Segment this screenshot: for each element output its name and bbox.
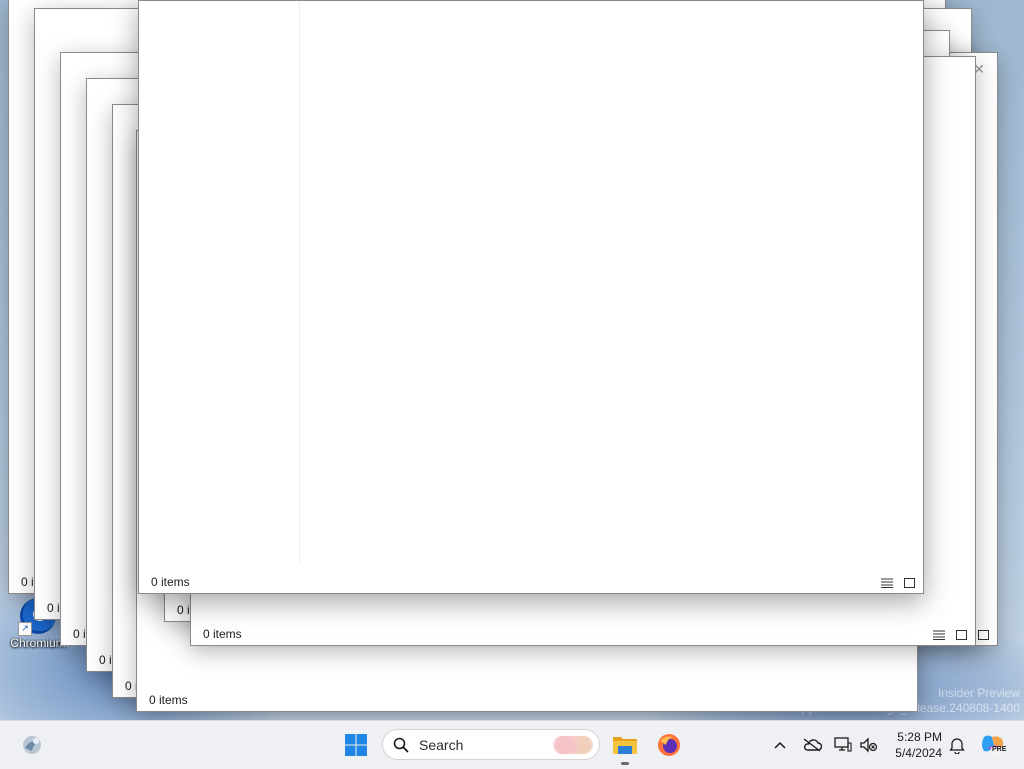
view-toggle-group bbox=[881, 577, 915, 588]
volume-button[interactable] bbox=[858, 734, 880, 756]
onedrive-offline-icon bbox=[803, 738, 822, 752]
running-indicator bbox=[621, 762, 629, 765]
copilot-badge: PRE bbox=[992, 746, 1007, 753]
copilot-icon bbox=[982, 735, 1005, 756]
search-icon bbox=[393, 737, 409, 752]
search-highlight-icon bbox=[553, 736, 593, 754]
item-count: 0 items bbox=[149, 693, 188, 707]
details-view-icon[interactable] bbox=[881, 577, 893, 588]
taskbar: Search 5:28 PM 5/4/2024 PRE bbox=[0, 720, 1024, 769]
details-view-icon[interactable] bbox=[933, 629, 945, 640]
taskbar-search[interactable]: Search bbox=[382, 729, 600, 760]
notification-bell-icon bbox=[949, 738, 965, 754]
search-placeholder: Search bbox=[419, 736, 464, 753]
large-icons-view-icon[interactable] bbox=[903, 577, 915, 588]
notifications-button[interactable] bbox=[946, 734, 968, 756]
item-count: 0 items bbox=[151, 575, 190, 589]
network-button[interactable] bbox=[832, 734, 854, 756]
status-bar: 0 items bbox=[191, 623, 975, 645]
chevron-up-icon bbox=[774, 741, 786, 749]
network-icon bbox=[834, 737, 852, 752]
volume-muted-icon bbox=[860, 737, 878, 753]
show-hidden-icons-button[interactable] bbox=[770, 735, 790, 755]
large-icons-view-icon[interactable] bbox=[955, 629, 967, 640]
file-explorer-button[interactable] bbox=[608, 730, 642, 760]
widgets-button[interactable] bbox=[18, 733, 46, 757]
file-explorer-icon bbox=[613, 737, 637, 754]
status-bar: 0 items bbox=[139, 571, 923, 593]
copilot-button[interactable]: PRE bbox=[978, 731, 1008, 759]
firefox-icon bbox=[658, 734, 680, 756]
explorer-window[interactable]: 0 items bbox=[138, 0, 924, 594]
start-button[interactable] bbox=[340, 731, 372, 759]
widgets-icon bbox=[23, 736, 41, 754]
item-count: 0 items bbox=[203, 627, 242, 641]
system-clock[interactable]: 5:28 PM 5/4/2024 bbox=[895, 729, 942, 761]
shortcut-arrow-icon: ↗ bbox=[18, 622, 32, 636]
view-toggle-group bbox=[933, 629, 967, 640]
navigation-pane-divider[interactable] bbox=[299, 1, 300, 563]
clock-time: 5:28 PM bbox=[897, 730, 942, 744]
onedrive-button[interactable] bbox=[800, 734, 824, 756]
status-bar: 0 items bbox=[137, 689, 917, 711]
large-icons-view-icon[interactable] bbox=[977, 629, 989, 640]
clock-date: 5/4/2024 bbox=[895, 746, 942, 760]
firefox-button[interactable] bbox=[652, 730, 686, 760]
desktop: ↗ Chromium Insider Preview Evaluation co… bbox=[0, 0, 1024, 720]
start-icon bbox=[345, 734, 367, 756]
